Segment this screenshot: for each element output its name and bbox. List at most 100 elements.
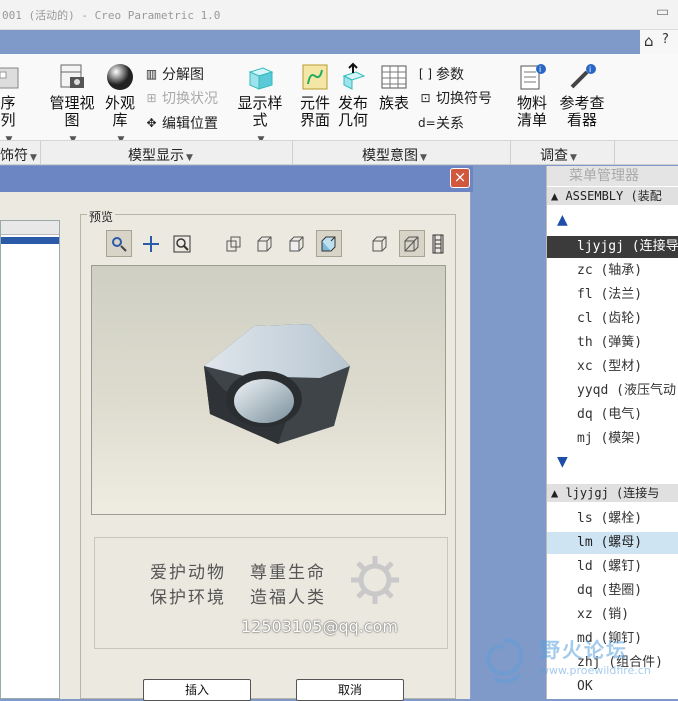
hidden-line-view-button[interactable] — [252, 230, 278, 257]
no-hidden-cube-icon — [289, 236, 304, 251]
relations-icon: d= — [418, 115, 436, 130]
group-label-investigate[interactable]: 调查 ▼ — [540, 145, 577, 165]
toggle-symbol-button[interactable]: ⊡ 切换符号 — [418, 88, 492, 108]
explode-view-label: 分解图 — [162, 67, 204, 83]
toggle-state-icon: ⊞ — [146, 90, 157, 105]
tree-header — [1, 221, 59, 235]
sequence-icon — [0, 67, 19, 89]
group-separator — [292, 141, 293, 165]
menu-item[interactable]: cl (齿轮) — [547, 308, 678, 330]
display-style-button[interactable]: 显示样式▼ — [234, 62, 286, 149]
svg-text:i: i — [539, 65, 541, 74]
group-separator — [510, 141, 511, 165]
group-separator — [40, 141, 41, 165]
group-label-model-intent[interactable]: 模型意图 ▼ — [362, 145, 427, 165]
bom-button[interactable]: i 物料清单 — [514, 62, 550, 129]
help-icon[interactable]: ? — [662, 32, 669, 47]
preview-toolbar — [106, 230, 446, 260]
toggle-state-button[interactable]: ⊞ 切换状况 — [144, 88, 218, 108]
collapse-ribbon-icon[interactable]: ⌂ — [644, 32, 654, 50]
tree-selected-row[interactable] — [1, 237, 59, 244]
publish-geom-button[interactable]: 发布几何 — [336, 62, 370, 129]
standard-orient-button[interactable] — [398, 230, 425, 257]
shaded-view-button[interactable] — [316, 230, 342, 257]
sequence-button[interactable]: 序列▼ — [0, 62, 22, 149]
pan-tool-button[interactable] — [138, 230, 164, 257]
menu-item-ok[interactable]: OK — [547, 676, 678, 698]
slogan-banner: 爱护动物 尊重生命 保护环境 造福人类 12503105@qq.com — [94, 537, 448, 649]
insert-button[interactable]: 插入 — [143, 679, 251, 701]
appearance-lib-label: 外观库 — [104, 94, 135, 129]
menu-item[interactable]: md (铆钉) — [547, 628, 678, 650]
reference-viewer-icon: i — [570, 64, 596, 89]
parameters-icon: [ ] — [418, 66, 433, 81]
toggle-symbol-icon: ⊡ — [420, 90, 431, 105]
family-table-button[interactable]: 族表 — [376, 62, 412, 112]
group-label-model-display[interactable]: 模型显示 ▼ — [128, 145, 193, 165]
close-icon[interactable]: × — [450, 168, 470, 188]
scroll-down-icon[interactable]: ▼ — [557, 454, 568, 470]
menu-item[interactable]: fl (法兰) — [547, 284, 678, 306]
ribbon-group-bar: 饰符 ▼ 模型显示 ▼ 模型意图 ▼ 调查 ▼ — [0, 140, 678, 165]
watermark-logo-icon — [485, 638, 524, 684]
element-ui-button[interactable]: 元件界面 — [298, 62, 332, 129]
explode-view-button[interactable]: ▥ 分解图 — [144, 64, 204, 84]
shaded-cube-icon — [321, 236, 336, 251]
cancel-button[interactable]: 取消 — [296, 679, 404, 701]
toggle-symbol-label: 切换符号 — [436, 91, 492, 107]
no-hidden-view-button[interactable] — [284, 230, 310, 257]
edit-position-button[interactable]: ✥ 编辑位置 — [144, 113, 218, 133]
bom-icon: i — [520, 64, 546, 90]
menu-item[interactable]: zhj (组合件) — [547, 652, 678, 674]
filmstrip-button[interactable] — [431, 230, 446, 257]
menu-item[interactable]: dq (电气) — [547, 404, 678, 426]
cube-icon — [248, 67, 274, 90]
menu-item[interactable]: dq (垫圈) — [547, 580, 678, 602]
ref-viewer-button[interactable]: i 参考查看器 — [556, 62, 608, 129]
menu-item[interactable]: mj (模架) — [547, 428, 678, 450]
preview-label: 预览 — [87, 208, 116, 225]
menu-item[interactable]: yyqd (液压气动 — [547, 380, 678, 402]
family-table-label: 族表 — [378, 94, 409, 112]
orient-tool-button[interactable] — [106, 230, 132, 257]
edit-position-label: 编辑位置 — [162, 116, 218, 132]
menu-item[interactable]: zc (轴承) — [547, 260, 678, 282]
menu-section-fasteners[interactable]: ▲ ljyjgj (连接与 — [547, 484, 678, 502]
relations-button[interactable]: d= 关系 — [418, 113, 464, 133]
menu-section-assembly[interactable]: ▲ ASSEMBLY (装配 — [547, 187, 678, 205]
dialog-title-bar[interactable]: × — [0, 166, 473, 192]
display-style-label: 显示样式 — [237, 94, 283, 129]
group-separator — [614, 141, 615, 165]
menu-item[interactable]: ld (螺钉) — [547, 556, 678, 578]
wireframe-view-button[interactable] — [221, 230, 247, 257]
scroll-up-icon[interactable]: ▲ — [557, 212, 568, 228]
preview-canvas[interactable] — [91, 265, 446, 515]
menu-item[interactable]: th (弹簧) — [547, 332, 678, 354]
zoom-tool-button[interactable] — [170, 230, 196, 257]
minimize-icon[interactable]: ▭ — [656, 4, 676, 24]
publish-geometry-icon — [342, 62, 366, 90]
element-ui-label: 元件界面 — [299, 94, 330, 129]
iso-cube-icon — [372, 236, 387, 251]
sphere-icon — [107, 64, 133, 90]
orient-cube-icon — [404, 236, 419, 251]
publish-geom-label: 发布几何 — [337, 94, 368, 129]
title-bar: 001 (活动的) - Creo Parametric 1.0 ▭ — [0, 0, 678, 30]
help-row: ⌂ ? — [640, 30, 678, 54]
parameters-button[interactable]: [ ] 参数 — [418, 64, 464, 84]
group-label-annotations[interactable]: 饰符 ▼ — [0, 145, 37, 165]
menu-item[interactable]: ls (螺栓) — [547, 508, 678, 530]
appearance-lib-button[interactable]: 外观库▼ — [102, 62, 138, 149]
menu-item[interactable]: lm (螺母) — [547, 532, 678, 554]
manage-views-button[interactable]: 管理视图▼ — [46, 62, 98, 149]
explode-view-icon: ▥ — [145, 66, 158, 81]
library-tree[interactable] — [0, 220, 60, 699]
isometric-view-button[interactable] — [367, 230, 393, 257]
menu-item[interactable]: ljyjgj (连接导 — [547, 236, 678, 258]
element-interface-icon — [302, 64, 328, 90]
menu-item[interactable]: xc (型材) — [547, 356, 678, 378]
menu-item[interactable]: xz (销) — [547, 604, 678, 626]
edit-position-icon: ✥ — [146, 115, 157, 130]
spin-icon — [111, 236, 127, 252]
parameters-label: 参数 — [436, 67, 464, 83]
